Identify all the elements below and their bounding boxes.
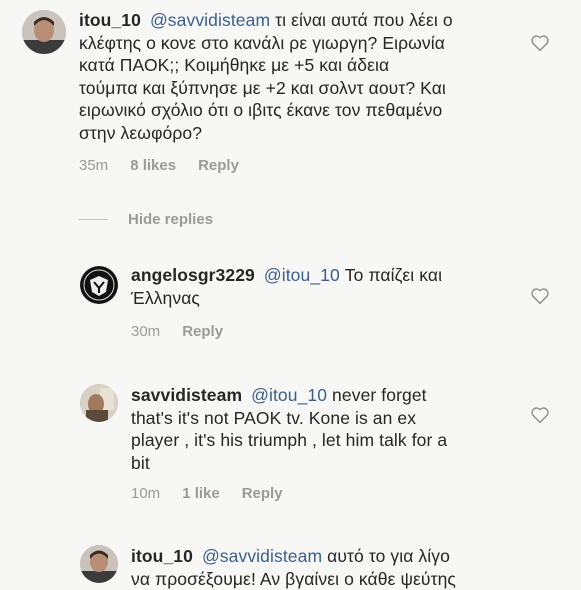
- heart-icon[interactable]: [530, 287, 550, 305]
- comment-text: savvidisteam @itou_10 never forget that'…: [131, 384, 551, 474]
- comment-mention[interactable]: @itou_10: [251, 385, 327, 405]
- heart-icon[interactable]: [530, 406, 550, 424]
- comment-meta: 10m 1 like Reply: [131, 485, 305, 502]
- comment-line: that's it's not PAOK tv. Kone is an ex: [131, 407, 417, 428]
- comment-mention[interactable]: @savvidisteam: [202, 546, 322, 566]
- divider: [78, 219, 108, 220]
- paok-logo: [81, 267, 117, 303]
- comment-time: 35m: [79, 157, 109, 174]
- comment-time: 30m: [131, 323, 161, 340]
- comment-line: ειρωνικό σχόλιο ότι ο ιβιτς έκανε τον πε…: [79, 100, 443, 120]
- comment-line: κλέφτης ο κονε στο κανάλι ρε γιωργη? Ειρ…: [79, 32, 445, 53]
- avatar-photo: [80, 384, 118, 422]
- comment-line: Έλληνας: [131, 287, 200, 308]
- comment-line: κατά ΠΑΟΚ;; Κοιμήθηκε με +5 και άδεια: [79, 55, 390, 75]
- comment-username[interactable]: itou_10: [131, 546, 193, 566]
- comment-username[interactable]: itou_10: [79, 10, 141, 30]
- avatar[interactable]: [80, 384, 118, 422]
- comment-line: αυτό το για λίγο: [322, 546, 450, 566]
- comment-line: never forget: [327, 385, 427, 405]
- comment-text: itou_10 @savvidisteam τι είναι αυτά που …: [79, 9, 559, 144]
- avatar[interactable]: [80, 545, 118, 583]
- comment-meta: 30m Reply: [131, 323, 245, 340]
- comment-text: angelosgr3229 @itou_10 Το παίζει και Έλλ…: [131, 264, 551, 309]
- comment-meta: 35m 8 likes Reply: [79, 157, 261, 174]
- hide-replies-button[interactable]: Hide replies: [78, 211, 213, 228]
- comment-line: να προσέξουμε! Αν βγαίνει ο κάθε ψεύτης: [131, 568, 456, 589]
- avatar[interactable]: [80, 266, 118, 304]
- avatar-photo: [22, 10, 66, 54]
- comment-line: τι είναι αυτά που λέει ο: [270, 10, 453, 30]
- avatar-photo: [80, 545, 118, 583]
- like-count[interactable]: 8 likes: [130, 157, 176, 174]
- comment-line: Το παίζει και: [339, 265, 443, 285]
- comment-username[interactable]: angelosgr3229: [131, 265, 255, 285]
- reply-button[interactable]: Reply: [242, 485, 283, 502]
- comment-username[interactable]: savvidisteam: [131, 385, 242, 405]
- heart-icon[interactable]: [530, 34, 550, 52]
- reply-button[interactable]: Reply: [182, 323, 223, 340]
- comment-text: itou_10 @savvidisteam αυτό το για λίγο ν…: [131, 545, 571, 590]
- comment-line: player , it's his triumph , let him talk…: [131, 430, 448, 450]
- comment-mention[interactable]: @savvidisteam: [150, 10, 270, 30]
- comment-line: bit: [131, 452, 150, 473]
- comment-mention[interactable]: @itou_10: [264, 265, 340, 285]
- reply-button[interactable]: Reply: [198, 157, 239, 174]
- like-count[interactable]: 1 like: [182, 485, 220, 502]
- comments-screen: { "comments": [ { "username": "itou_10",…: [0, 0, 581, 589]
- comment-line: τούμπα και ξύπνησε με +2 και σολντ αουτ?…: [79, 77, 446, 98]
- avatar[interactable]: [22, 10, 66, 54]
- hide-replies-label: Hide replies: [128, 211, 214, 228]
- comment-line: στην λεωφόρο?: [79, 122, 203, 143]
- comment-time: 10m: [131, 485, 161, 502]
